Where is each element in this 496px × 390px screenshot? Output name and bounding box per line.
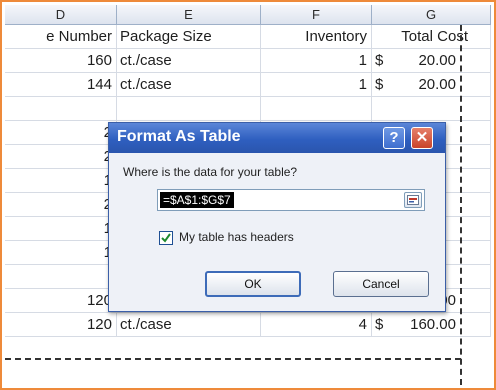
ok-button[interactable]: OK	[205, 271, 301, 297]
cell-package-size[interactable]: ct./case	[117, 73, 261, 97]
cell-total-cost[interactable]: 20.00	[398, 49, 491, 73]
range-value: =$A$1:$G$7	[160, 192, 234, 208]
cell-currency[interactable]: $	[372, 73, 398, 97]
screenshot-frame: D E F G e Number Package Size Inventory …	[0, 0, 496, 390]
cell-total-cost[interactable]	[398, 97, 491, 121]
header-cell-inventory[interactable]: Inventory	[261, 25, 372, 49]
column-header-g[interactable]: G	[372, 5, 491, 25]
format-as-table-dialog: Format As Table ? ✕ Where is the data fo…	[108, 122, 446, 312]
column-header-e[interactable]: E	[117, 5, 261, 25]
cell-total-cost[interactable]: 160.00	[398, 313, 491, 337]
checkmark-icon	[161, 233, 171, 243]
cell-number[interactable]: 2	[5, 193, 117, 217]
range-input[interactable]: =$A$1:$G$7	[157, 189, 425, 211]
cell-inventory[interactable]: 1	[261, 49, 372, 73]
headers-checkbox[interactable]	[159, 231, 173, 245]
cell-number[interactable]: 1	[5, 217, 117, 241]
cell-number[interactable]: 2	[5, 121, 117, 145]
headers-checkbox-label[interactable]: My table has headers	[179, 230, 294, 244]
header-cell-total-cost[interactable]: Total Cost	[372, 25, 491, 49]
table-row	[5, 97, 491, 121]
cell-number[interactable]: 1	[5, 241, 117, 265]
cell-inventory[interactable]: 1	[261, 73, 372, 97]
range-prompt: Where is the data for your table?	[123, 165, 298, 179]
close-button[interactable]: ✕	[411, 127, 433, 149]
cell-currency[interactable]: $	[372, 49, 398, 73]
cell-total-cost[interactable]: 20.00	[398, 73, 491, 97]
cell-currency[interactable]: $	[372, 313, 398, 337]
header-cell-number[interactable]: e Number	[5, 25, 117, 49]
cell-number[interactable]: 2	[5, 145, 117, 169]
print-area-border	[460, 25, 462, 385]
cell-number[interactable]: 160	[5, 49, 117, 73]
print-area-border-bottom	[5, 358, 461, 360]
cell-inventory[interactable]	[261, 97, 372, 121]
table-row: 160 ct./case 1 $20.00	[5, 49, 491, 73]
cell-number[interactable]: 120	[5, 289, 117, 313]
cell-number[interactable]: 120	[5, 313, 117, 337]
cell-number[interactable]: 1	[5, 169, 117, 193]
column-header-f[interactable]: F	[261, 5, 372, 25]
table-header-row: e Number Package Size Inventory Total Co…	[5, 25, 491, 49]
cell-currency[interactable]	[372, 97, 398, 121]
dialog-title: Format As Table	[117, 128, 241, 145]
cell-number[interactable]: 144	[5, 73, 117, 97]
cell-number[interactable]	[5, 97, 117, 121]
collapse-range-icon	[407, 195, 419, 205]
table-row: 144 ct./case 1 $20.00	[5, 73, 491, 97]
column-header-d[interactable]: D	[5, 5, 117, 25]
table-row: 120 ct./case 4 $160.00	[5, 313, 491, 337]
dialog-titlebar[interactable]: Format As Table ? ✕	[109, 123, 445, 153]
cell-package-size[interactable]: ct./case	[117, 313, 261, 337]
cell-package-size[interactable]	[117, 97, 261, 121]
cell-package-size[interactable]: ct./case	[117, 49, 261, 73]
cell-inventory[interactable]: 4	[261, 313, 372, 337]
cell-number[interactable]	[5, 265, 117, 289]
cancel-button[interactable]: Cancel	[333, 271, 429, 297]
collapse-range-button[interactable]	[404, 192, 422, 208]
header-cell-package-size[interactable]: Package Size	[117, 25, 261, 49]
help-button[interactable]: ?	[383, 127, 405, 149]
